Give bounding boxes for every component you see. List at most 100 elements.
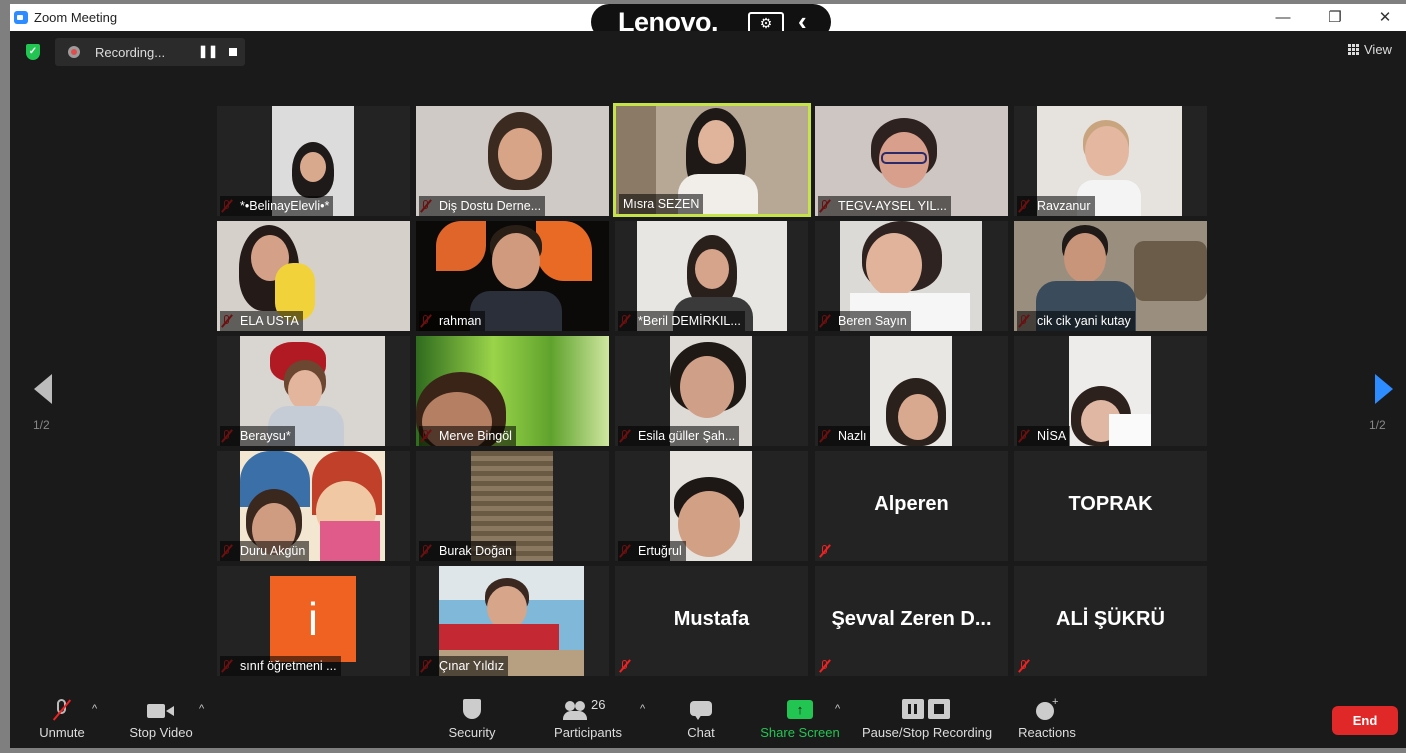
mic-muted-icon (1018, 659, 1030, 673)
participant-name: Ertuğrul (618, 541, 686, 561)
recording-pause-button[interactable]: ❚❚ (198, 44, 218, 58)
participant-tile[interactable]: rahman (416, 221, 609, 331)
participant-tile[interactable]: Alperen (815, 451, 1008, 561)
meeting-stage: ✓ Recording... ❚❚ View 1/2 1/2 *•Belinay… (10, 31, 1406, 748)
participant-tile[interactable]: NİSA (1014, 336, 1207, 446)
unmute-button[interactable]: Unmute (34, 699, 90, 740)
pause-stop-recording-label: Pause/Stop Recording (862, 725, 993, 740)
reactions-label: Reactions (1018, 725, 1076, 740)
participant-name: TEGV-AYSEL YIL... (818, 196, 951, 216)
participant-display-name: TOPRAK (1068, 493, 1153, 515)
window-title: Zoom Meeting (34, 10, 118, 25)
participant-tile[interactable]: Merve Bingöl (416, 336, 609, 446)
participants-label: Participants (554, 725, 622, 740)
chat-button[interactable]: Chat (683, 699, 719, 740)
video-options-caret[interactable]: ^ (199, 703, 204, 715)
pause-stop-recording-icon (902, 699, 952, 721)
participant-tile[interactable]: Çınar Yıldız (416, 566, 609, 676)
microphone-muted-icon (52, 699, 72, 721)
participant-display-name: ALİ ŞÜKRÜ (1056, 608, 1165, 630)
previous-page-button[interactable]: 1/2 (28, 368, 68, 458)
share-options-caret[interactable]: ^ (835, 703, 840, 715)
participant-name: sınıf öğretmeni ... (220, 656, 341, 676)
participant-name: Burak Doğan (419, 541, 516, 561)
participant-name: ELA USTA (220, 311, 303, 331)
participant-tile[interactable]: cik cik yani kutay (1014, 221, 1207, 331)
arrow-left-icon (34, 374, 52, 404)
participant-tile[interactable]: Ertuğrul (615, 451, 808, 561)
mic-muted-icon (819, 659, 831, 673)
participant-avatar: i (270, 576, 356, 662)
chat-label: Chat (687, 725, 715, 740)
participant-name: Esila güller Şah... (618, 426, 740, 446)
page-indicator-left: 1/2 (33, 418, 50, 432)
shield-icon (463, 699, 481, 721)
view-label: View (1364, 42, 1392, 57)
participant-tile[interactable]: Beraysu* (217, 336, 410, 446)
participant-name: Çınar Yıldız (419, 656, 509, 676)
participant-name: cik cik yani kutay (1017, 311, 1135, 331)
participant-tile[interactable]: ELA USTA (217, 221, 410, 331)
participants-options-caret[interactable]: ^ (640, 703, 645, 715)
participant-name: *•BelinayElevli•* (220, 196, 334, 216)
share-screen-label: Share Screen (760, 725, 840, 740)
reactions-button[interactable]: + Reactions (1016, 696, 1078, 740)
participant-tile[interactable]: i sınıf öğretmeni ... (217, 566, 410, 676)
arrow-right-icon (1375, 374, 1393, 404)
participant-tile[interactable]: TEGV-AYSEL YIL... (815, 106, 1008, 216)
minimize-button[interactable]: — (1268, 7, 1298, 29)
recording-dot-icon (68, 46, 80, 58)
next-page-button[interactable]: 1/2 (1365, 368, 1405, 458)
participants-button[interactable]: 26 Participants (548, 697, 628, 740)
stop-video-label: Stop Video (129, 725, 193, 740)
security-label: Security (448, 725, 496, 740)
participant-tile[interactable]: Mustafa (615, 566, 808, 676)
grid-view-icon (1348, 44, 1359, 55)
participant-name: Beren Sayın (818, 311, 911, 331)
participant-tile[interactable]: Burak Doğan (416, 451, 609, 561)
screen-frame: Zoom Meeting — ❐ ✕ Lenovo. ⚙ ‹ ✓ Recordi… (0, 0, 1406, 753)
unmute-label: Unmute (39, 725, 85, 740)
recording-status-text: Recording... (95, 45, 166, 60)
pause-stop-recording-button[interactable]: Pause/Stop Recording (862, 699, 992, 740)
participant-tile[interactable]: *•BelinayElevli•* (217, 106, 410, 216)
participant-tile[interactable]: Nazlı (815, 336, 1008, 446)
participant-tile[interactable]: ALİ ŞÜKRÜ (1014, 566, 1207, 676)
participant-tile[interactable]: TOPRAK (1014, 451, 1207, 561)
recording-stop-button[interactable] (229, 48, 237, 56)
participant-tile[interactable]: Şevval Zeren D... (815, 566, 1008, 676)
mic-muted-icon (619, 659, 631, 673)
participant-video (870, 336, 952, 446)
mic-muted-icon (819, 544, 831, 558)
stop-video-button[interactable]: Stop Video (126, 699, 196, 740)
video-camera-icon (147, 699, 175, 721)
participant-display-name: Şevval Zeren D... (831, 608, 992, 630)
participant-tile[interactable]: Ravzanur (1014, 106, 1207, 216)
participant-tile[interactable]: Beren Sayın (815, 221, 1008, 331)
participant-tile-active-speaker[interactable]: Mısra SEZEN (613, 103, 811, 217)
participant-name: rahman (419, 311, 486, 331)
audio-options-caret[interactable]: ^ (92, 703, 97, 715)
view-button[interactable]: View (1348, 42, 1392, 57)
participant-name: Nazlı (818, 426, 871, 446)
participant-name: Mısra SEZEN (619, 194, 704, 214)
participant-tile[interactable]: Duru Akgün (217, 451, 410, 561)
end-meeting-button[interactable]: End (1332, 706, 1398, 735)
meeting-toolbar: Unmute ^ Stop Video ^ Security 26 Partic (10, 687, 1406, 748)
participant-display-name: Alperen (874, 493, 949, 515)
restore-button[interactable]: ❐ (1320, 7, 1350, 29)
participant-tile[interactable]: Diş Dostu Derne... (416, 106, 609, 216)
participant-tile[interactable]: Esila güller Şah... (615, 336, 808, 446)
close-button[interactable]: ✕ (1370, 7, 1400, 29)
chat-bubble-icon (690, 699, 712, 721)
encryption-shield-icon[interactable]: ✓ (26, 44, 40, 60)
share-screen-icon: ↑ (787, 699, 813, 721)
participant-video (1069, 336, 1151, 446)
participant-name: NİSA (1017, 426, 1071, 446)
participant-tile[interactable]: *Beril DEMİRKIL... (615, 221, 808, 331)
participants-icon: 26 (563, 697, 611, 721)
participant-name: *Beril DEMİRKIL... (618, 311, 745, 331)
security-button[interactable]: Security (444, 699, 500, 740)
participant-name: Ravzanur (1017, 196, 1095, 216)
share-screen-button[interactable]: ↑ Share Screen (758, 699, 842, 740)
